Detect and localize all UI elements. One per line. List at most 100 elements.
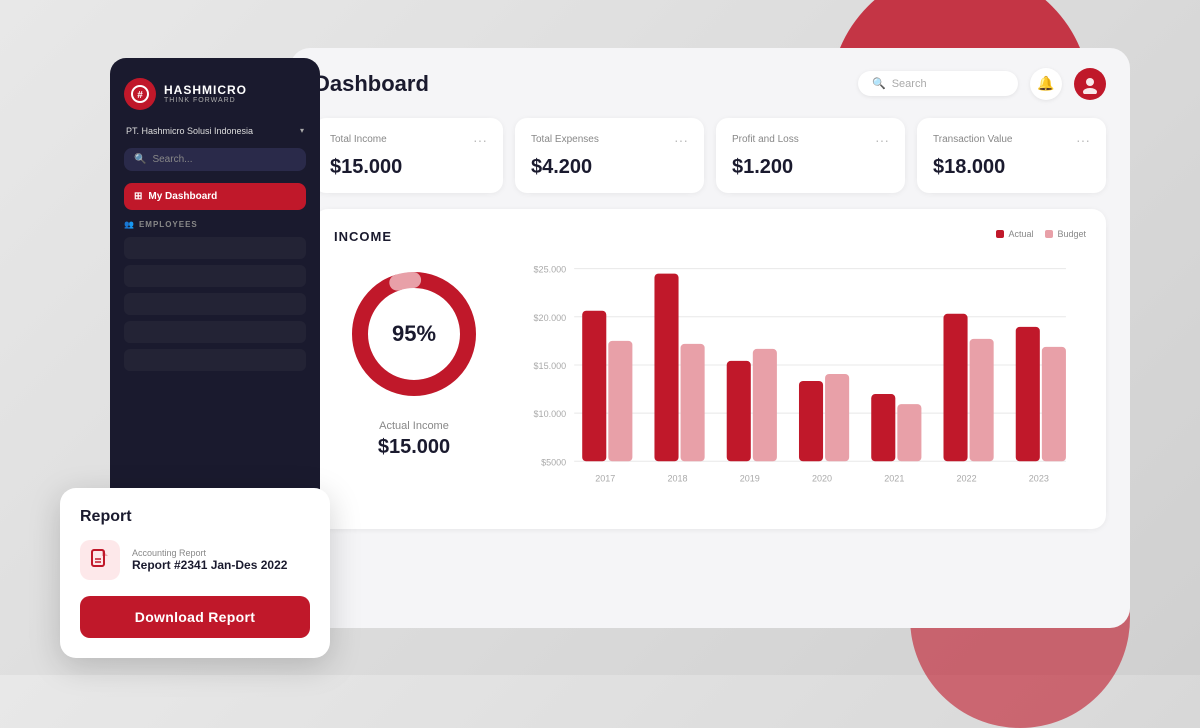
kpi-transaction-label: Transaction Value (933, 134, 1013, 145)
svg-text:2023: 2023 (1029, 473, 1049, 483)
svg-text:#: # (137, 90, 143, 101)
sidebar-menu-item-3[interactable] (124, 293, 306, 315)
sidebar: # HASHMICRO THINK FORWARD PT. Hashmicro … (110, 58, 320, 518)
legend-actual-label: Actual (1008, 229, 1033, 239)
svg-text:$15.000: $15.000 (534, 360, 567, 370)
search-icon: 🔍 (134, 154, 146, 165)
bar-2021-budget (897, 404, 921, 461)
header: Dashboard 🔍 Search 🔔 (314, 68, 1106, 100)
bar-2022-budget (970, 338, 994, 460)
sidebar-dashboard-label: My Dashboard (148, 191, 217, 202)
report-item: Accounting Report Report #2341 Jan-Des 2… (80, 540, 310, 580)
legend-actual: Actual (996, 229, 1033, 239)
legend-budget-label: Budget (1057, 229, 1086, 239)
svg-text:$25.000: $25.000 (534, 264, 567, 274)
bar-2021-actual (871, 394, 895, 461)
main-content: Dashboard 🔍 Search 🔔 Total Inc (290, 48, 1130, 628)
income-left: INCOME 95% Actual Income $15.000 (334, 229, 494, 509)
legend-budget-dot (1045, 230, 1053, 238)
logo-tagline: THINK FORWARD (164, 97, 247, 104)
bar-2017-budget (608, 340, 632, 460)
bar-2018-actual (654, 273, 678, 461)
search-placeholder: Search (892, 78, 927, 90)
bar-2020-budget (825, 373, 849, 460)
chevron-down-icon: ▾ (300, 126, 304, 135)
company-name: PT. Hashmicro Solusi Indonesia (126, 126, 253, 136)
logo-text: HASHMICRO THINK FORWARD (164, 83, 247, 104)
svg-text:2021: 2021 (884, 473, 904, 483)
kpi-card-expenses: Total Expenses ··· $4.200 (515, 118, 704, 193)
report-card-title: Report (80, 508, 310, 526)
svg-text:2018: 2018 (668, 473, 688, 483)
sidebar-search-placeholder: Search... (152, 154, 192, 165)
svg-text:$10.000: $10.000 (534, 409, 567, 419)
report-file-icon (80, 540, 120, 580)
company-selector[interactable]: PT. Hashmicro Solusi Indonesia ▾ (124, 126, 306, 136)
svg-text:$20.000: $20.000 (534, 312, 567, 322)
bar-chart-area: Actual Budget $25.000 (524, 229, 1086, 509)
kpi-expenses-value: $4.200 (531, 156, 688, 179)
employees-icon: 👥 (124, 220, 135, 229)
report-card: Report Accounting Report Report #2341 Ja… (60, 488, 330, 658)
kpi-income-label: Total Income (330, 134, 387, 145)
bar-chart-svg: $25.000 $20.000 $15.000 $10.000 $5000 20… (524, 249, 1086, 509)
kpi-expenses-label: Total Expenses (531, 134, 599, 145)
sidebar-menu-item-2[interactable] (124, 265, 306, 287)
sidebar-dashboard-item[interactable]: ⊞ My Dashboard (124, 183, 306, 210)
header-right: 🔍 Search 🔔 (858, 68, 1106, 100)
svg-text:2017: 2017 (595, 473, 615, 483)
search-icon: 🔍 (872, 77, 886, 90)
kpi-expenses-more[interactable]: ··· (674, 132, 688, 148)
donut-center: 95% (392, 321, 436, 347)
avatar[interactable] (1074, 68, 1106, 100)
kpi-card-income: Total Income ··· $15.000 (314, 118, 503, 193)
sidebar-menu-item-4[interactable] (124, 321, 306, 343)
svg-text:2019: 2019 (740, 473, 760, 483)
kpi-profit-label: Profit and Loss (732, 134, 799, 145)
page-title: Dashboard (314, 71, 429, 97)
svg-text:2020: 2020 (812, 473, 832, 483)
bar-2023-budget (1042, 346, 1066, 460)
kpi-transaction-value: $18.000 (933, 156, 1090, 179)
sidebar-menu-item-5[interactable] (124, 349, 306, 371)
notification-button[interactable]: 🔔 (1030, 68, 1062, 100)
kpi-income-more[interactable]: ··· (473, 132, 487, 148)
chart-legend: Actual Budget (524, 229, 1086, 239)
donut-percent: 95% (392, 321, 436, 346)
bar-2020-actual (799, 381, 823, 461)
svg-text:2022: 2022 (957, 473, 977, 483)
income-title: INCOME (334, 229, 392, 244)
kpi-row: Total Income ··· $15.000 Total Expenses … (314, 118, 1106, 193)
report-info: Accounting Report Report #2341 Jan-Des 2… (132, 548, 287, 572)
kpi-card-profit: Profit and Loss ··· $1.200 (716, 118, 905, 193)
report-type: Accounting Report (132, 548, 287, 558)
donut-chart: 95% (344, 264, 484, 404)
sidebar-employees-section: 👥 EMPLOYEES (124, 220, 306, 229)
logo-name: HASHMICRO (164, 83, 247, 97)
svg-text:$5000: $5000 (541, 457, 566, 467)
logo-icon: # (124, 78, 156, 110)
sidebar-menu-item-1[interactable] (124, 237, 306, 259)
kpi-transaction-more[interactable]: ··· (1076, 132, 1090, 148)
chart-area: $25.000 $20.000 $15.000 $10.000 $5000 20… (524, 249, 1086, 509)
kpi-profit-more[interactable]: ··· (875, 132, 889, 148)
download-report-button[interactable]: Download Report (80, 596, 310, 638)
kpi-income-value: $15.000 (330, 156, 487, 179)
sidebar-search[interactable]: 🔍 Search... (124, 148, 306, 171)
employees-label: EMPLOYEES (139, 220, 198, 229)
bar-2022-actual (943, 313, 967, 461)
kpi-profit-value: $1.200 (732, 156, 889, 179)
actual-income-label: Actual Income (379, 420, 449, 432)
actual-income-value: $15.000 (378, 436, 450, 459)
bar-2017-actual (582, 310, 606, 461)
bar-2019-budget (753, 348, 777, 460)
bar-2018-budget (681, 343, 705, 460)
bar-2023-actual (1016, 326, 1040, 460)
legend-budget: Budget (1045, 229, 1086, 239)
legend-actual-dot (996, 230, 1004, 238)
sidebar-logo: # HASHMICRO THINK FORWARD (124, 78, 306, 110)
dashboard-icon: ⊞ (134, 191, 142, 202)
income-section: INCOME 95% Actual Income $15.000 (314, 209, 1106, 529)
report-name: Report #2341 Jan-Des 2022 (132, 558, 287, 572)
search-bar[interactable]: 🔍 Search (858, 71, 1018, 96)
